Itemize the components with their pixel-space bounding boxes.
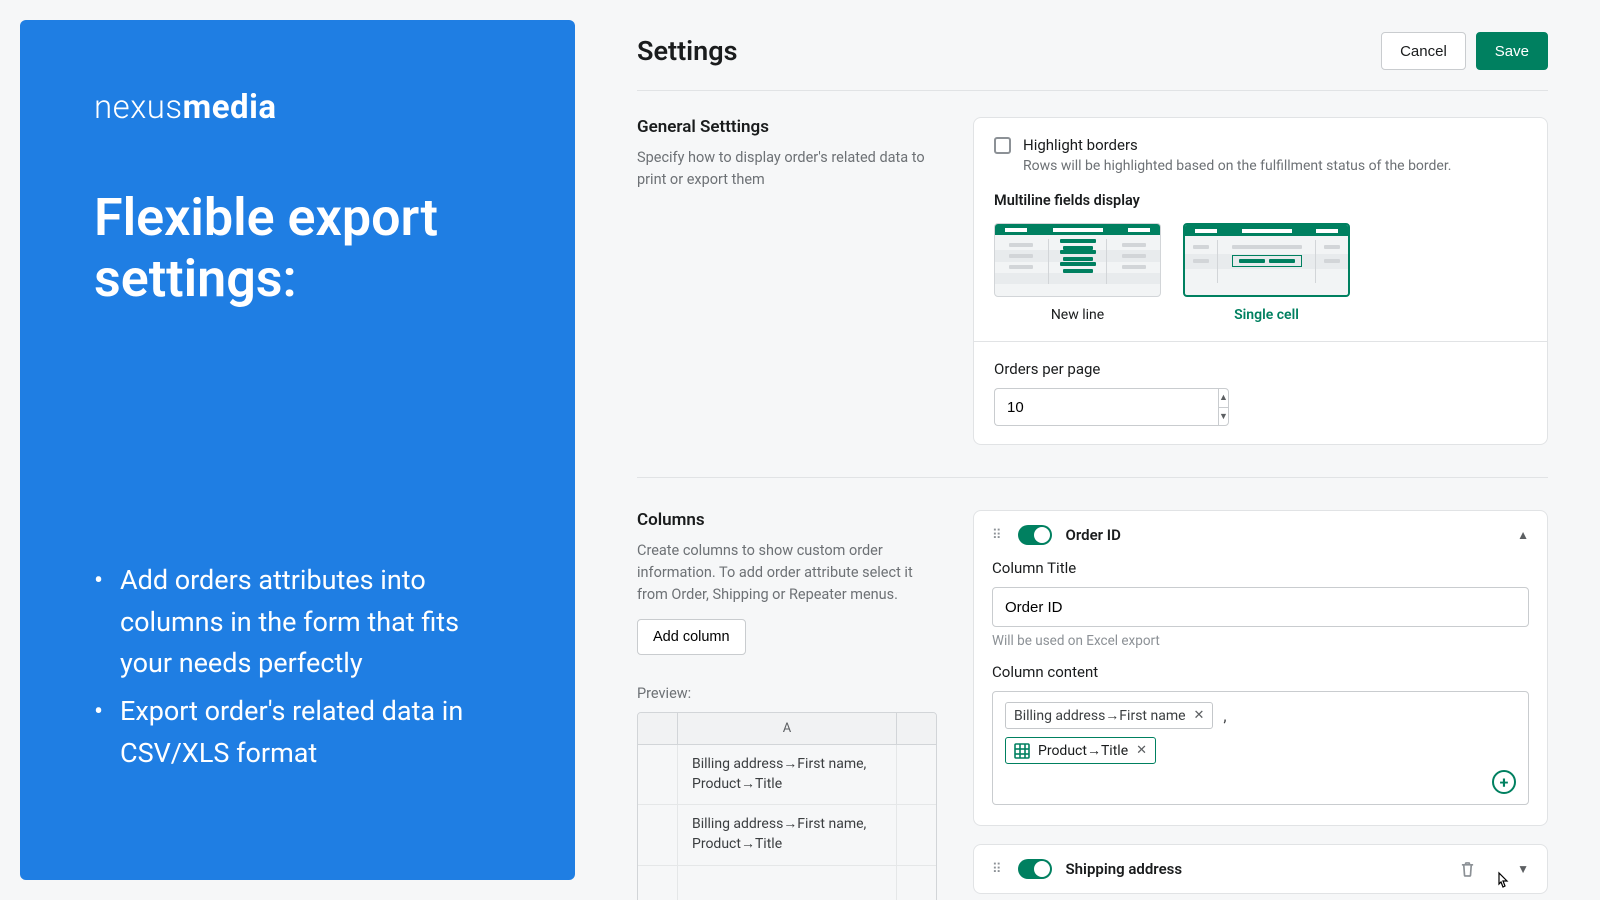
tag-text: Product→Title xyxy=(1038,742,1128,759)
enable-toggle[interactable] xyxy=(1018,525,1052,545)
highlight-block: Highlight borders Rows will be highlight… xyxy=(974,118,1547,342)
attribute-tag[interactable]: Billing address→First name ✕ xyxy=(1005,702,1213,729)
orders-per-page-input[interactable] xyxy=(994,388,1218,426)
column-card-order-id: ⠿ Order ID ▲ Column Title Will be used o… xyxy=(973,510,1548,826)
repeater-icon xyxy=(1014,743,1030,759)
promo-panel: nexusmedia Flexible export settings: Add… xyxy=(20,20,575,880)
column-card-shipping: ⠿ Shipping address ▼ xyxy=(973,844,1548,894)
column-title-label: Column Title xyxy=(992,559,1529,577)
highlight-sub: Rows will be highlighted based on the fu… xyxy=(1023,158,1451,174)
tag-text: Billing address→First name xyxy=(1014,707,1186,724)
general-card: Highlight borders Rows will be highlight… xyxy=(973,117,1548,445)
preview-col-header: A xyxy=(678,713,896,744)
promo-bullet: Add orders attributes into columns in th… xyxy=(94,560,501,686)
orders-per-page-stepper[interactable]: ▲ ▼ xyxy=(994,388,1150,426)
drag-handle-icon[interactable]: ⠿ xyxy=(992,866,1004,873)
section-columns-info: Columns Create columns to show custom or… xyxy=(637,510,937,900)
add-column-button[interactable]: Add column xyxy=(637,619,746,655)
settings-pane: Settings Cancel Save General Setttings S… xyxy=(575,0,1600,900)
option-new-line[interactable]: New line xyxy=(994,223,1161,323)
delete-icon[interactable] xyxy=(1460,861,1475,878)
columns-desc: Create columns to show custom order info… xyxy=(637,540,937,605)
preview-cell: Billing address→First name, Product→Titl… xyxy=(678,805,896,864)
orders-per-page-label: Orders per page xyxy=(994,360,1527,378)
enable-toggle[interactable] xyxy=(1018,859,1052,879)
column-content-box[interactable]: Billing address→First name ✕ , Product→T… xyxy=(992,691,1529,805)
column-title-input[interactable] xyxy=(992,587,1529,627)
highlight-borders-checkbox[interactable] xyxy=(994,137,1011,154)
collapse-icon[interactable]: ▲ xyxy=(1517,528,1529,542)
promo-bullet: Export order's related data in CSV/XLS f… xyxy=(94,691,501,775)
add-attribute-button[interactable]: + xyxy=(1492,770,1516,794)
general-title: General Setttings xyxy=(637,117,937,137)
attribute-tag[interactable]: Product→Title ✕ xyxy=(1005,737,1156,764)
table-row: Billing address→First name, Product→Titl… xyxy=(638,805,936,865)
section-general: General Setttings Specify how to display… xyxy=(637,117,1548,478)
option-single-cell[interactable]: Single cell xyxy=(1183,223,1350,323)
remove-icon[interactable]: ✕ xyxy=(1194,708,1205,723)
logo-part-1: nexus xyxy=(94,88,183,127)
column-name: Order ID xyxy=(1066,526,1504,544)
settings-header: Settings Cancel Save xyxy=(637,32,1548,91)
column-name: Shipping address xyxy=(1066,860,1447,878)
multiline-options: New line Single cell xyxy=(994,223,1527,323)
cancel-button[interactable]: Cancel xyxy=(1381,32,1466,70)
stepper-down[interactable]: ▼ xyxy=(1219,408,1228,426)
table-row xyxy=(638,866,936,900)
multiline-title: Multiline fields display xyxy=(994,192,1527,209)
option-single-cell-label: Single cell xyxy=(1183,307,1350,323)
section-general-info: General Setttings Specify how to display… xyxy=(637,117,937,445)
save-button[interactable]: Save xyxy=(1476,32,1548,70)
drag-handle-icon[interactable]: ⠿ xyxy=(992,532,1004,539)
promo-bullets: Add orders attributes into columns in th… xyxy=(94,560,501,781)
expand-icon[interactable]: ▼ xyxy=(1517,862,1529,876)
column-title-hint: Will be used on Excel export xyxy=(992,633,1529,649)
section-columns: Columns Create columns to show custom or… xyxy=(637,510,1548,900)
general-desc: Specify how to display order's related d… xyxy=(637,147,937,191)
stepper-up[interactable]: ▲ xyxy=(1219,389,1228,408)
preview-cell: Billing address→First name, Product→Titl… xyxy=(678,745,896,804)
preview-label: Preview: xyxy=(637,685,937,702)
header-buttons: Cancel Save xyxy=(1381,32,1548,70)
table-row: Billing address→First name, Product→Titl… xyxy=(638,745,936,805)
column-content-label: Column content xyxy=(992,663,1529,681)
logo-part-2: media xyxy=(183,88,277,127)
orders-per-page-block: Orders per page ▲ ▼ xyxy=(974,342,1547,444)
page-title: Settings xyxy=(637,35,738,67)
promo-headline: Flexible export settings: xyxy=(94,187,501,310)
columns-title: Columns xyxy=(637,510,937,530)
option-new-line-label: New line xyxy=(994,307,1161,323)
preview-table: A Billing address→First name, Product→Ti… xyxy=(637,712,937,900)
remove-icon[interactable]: ✕ xyxy=(1136,743,1147,758)
brand-logo: nexusmedia xyxy=(94,88,501,127)
highlight-label: Highlight borders xyxy=(1023,136,1451,154)
